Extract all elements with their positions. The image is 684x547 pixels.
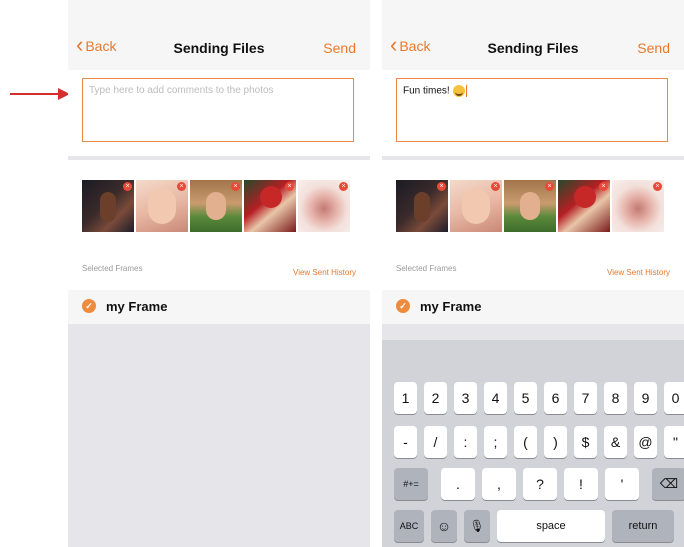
key[interactable]: & — [604, 426, 627, 458]
photo-thumbnail[interactable]: × — [136, 180, 188, 232]
selected-frames-label: Selected Frames — [396, 264, 457, 273]
selected-frames-label: Selected Frames — [82, 264, 143, 273]
photo-strip: × × × × × — [382, 160, 684, 256]
backspace-icon[interactable]: ⌫ — [652, 468, 684, 500]
annotation-arrow — [10, 88, 70, 100]
key[interactable]: 9 — [634, 382, 657, 414]
checkmark-icon: ✓ — [82, 299, 96, 313]
nav-bar: ‹ Back Sending Files Send — [382, 0, 684, 70]
remove-badge-icon[interactable]: × — [599, 182, 608, 191]
space-key[interactable]: space — [497, 510, 605, 542]
phone-screen-2: ‹ Back Sending Files Send Fun times! × ×… — [382, 0, 684, 547]
key[interactable]: 0 — [664, 382, 684, 414]
remove-badge-icon[interactable]: × — [437, 182, 446, 191]
photo-thumbnail[interactable]: × — [558, 180, 610, 232]
key[interactable]: 3 — [454, 382, 477, 414]
key[interactable]: $ — [574, 426, 597, 458]
frames-header: Selected Frames View Sent History — [382, 256, 684, 290]
key[interactable]: / — [424, 426, 447, 458]
photo-strip: × × × × × — [68, 160, 370, 256]
key[interactable]: 4 — [484, 382, 507, 414]
key[interactable]: ? — [523, 468, 557, 500]
return-key[interactable]: return — [612, 510, 674, 542]
photo-thumbnail[interactable]: × — [244, 180, 296, 232]
key[interactable]: @ — [634, 426, 657, 458]
key[interactable]: 2 — [424, 382, 447, 414]
key[interactable]: ' — [605, 468, 639, 500]
key[interactable]: , — [482, 468, 516, 500]
comment-input[interactable]: Type here to add comments to the photos — [82, 78, 354, 142]
key[interactable]: 1 — [394, 382, 417, 414]
remove-badge-icon[interactable]: × — [653, 182, 662, 191]
text-caret — [465, 85, 468, 97]
remove-badge-icon[interactable]: × — [491, 182, 500, 191]
key[interactable]: 8 — [604, 382, 627, 414]
photo-thumbnail[interactable]: × — [504, 180, 556, 232]
view-sent-history-link[interactable]: View Sent History — [293, 268, 356, 277]
photo-thumbnail[interactable]: × — [298, 180, 350, 232]
remove-badge-icon[interactable]: × — [177, 182, 186, 191]
comment-section: Fun times! — [382, 70, 684, 156]
comment-placeholder: Type here to add comments to the photos — [89, 85, 274, 96]
remove-badge-icon[interactable]: × — [123, 182, 132, 191]
remove-badge-icon[interactable]: × — [339, 182, 348, 191]
photo-thumbnail[interactable]: × — [82, 180, 134, 232]
emoji-key-icon[interactable]: ☺ — [431, 510, 457, 542]
comment-section: Type here to add comments to the photos — [68, 70, 370, 156]
key[interactable]: - — [394, 426, 417, 458]
frames-header: Selected Frames View Sent History — [68, 256, 370, 290]
key[interactable]: ; — [484, 426, 507, 458]
send-button[interactable]: Send — [637, 40, 670, 56]
key[interactable]: . — [441, 468, 475, 500]
frame-item[interactable]: ✓ my Frame — [68, 290, 370, 324]
key[interactable]: 5 — [514, 382, 537, 414]
key[interactable]: 6 — [544, 382, 567, 414]
send-button[interactable]: Send — [323, 40, 356, 56]
photo-thumbnail[interactable]: × — [190, 180, 242, 232]
remove-badge-icon[interactable]: × — [545, 182, 554, 191]
phone-screen-1: ‹ Back Sending Files Send Type here to a… — [68, 0, 370, 547]
nav-bar: ‹ Back Sending Files Send — [68, 0, 370, 70]
photo-thumbnail[interactable]: × — [612, 180, 664, 232]
photo-thumbnail[interactable]: × — [450, 180, 502, 232]
frame-item[interactable]: ✓ my Frame — [382, 290, 684, 324]
microphone-icon[interactable]: 🎙 — [464, 510, 490, 542]
view-sent-history-link[interactable]: View Sent History — [607, 268, 670, 277]
comment-input[interactable]: Fun times! — [396, 78, 668, 142]
keyboard: 1 2 3 4 5 6 7 8 9 0 - / : ; ( ) $ & @ " … — [382, 340, 684, 547]
abc-key[interactable]: ABC — [394, 510, 424, 542]
photo-thumbnail[interactable]: × — [396, 180, 448, 232]
remove-badge-icon[interactable]: × — [231, 182, 240, 191]
frame-name: my Frame — [106, 299, 168, 314]
symbols-key[interactable]: #+= — [394, 468, 428, 500]
key[interactable]: : — [454, 426, 477, 458]
key[interactable]: ( — [514, 426, 537, 458]
checkmark-icon: ✓ — [396, 299, 410, 313]
frame-name: my Frame — [420, 299, 482, 314]
remove-badge-icon[interactable]: × — [285, 182, 294, 191]
key[interactable]: ) — [544, 426, 567, 458]
key[interactable]: 7 — [574, 382, 597, 414]
comment-text: Fun times! — [403, 85, 450, 97]
key[interactable]: ! — [564, 468, 598, 500]
grinning-emoji-icon — [452, 85, 465, 97]
key[interactable]: " — [664, 426, 684, 458]
